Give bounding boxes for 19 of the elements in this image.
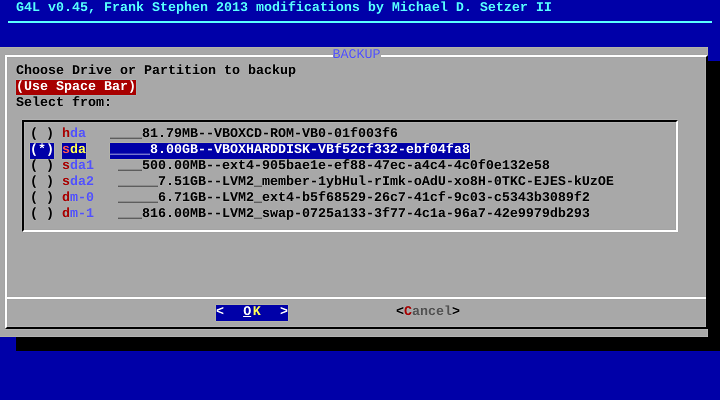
- header-title: G4L v0.45, Frank Stephen 2013 modifications by Michael D. Setzer II: [15, 0, 552, 17]
- cancel-button[interactable]: <Cancel>: [396, 305, 460, 321]
- radio-marker[interactable]: ( ): [30, 207, 54, 223]
- item-description[interactable]: ___816.00MB--LVM2_swap-0725a133-3f77-4c1a-96a7-42e9979db293: [118, 207, 590, 223]
- list-label: Select from:: [16, 96, 112, 112]
- item-description[interactable]: _____6.71GB--LVM2_ext4-b5f68529-26c7-41cf-9c03-c5343b3089f2: [118, 191, 590, 207]
- radio-marker[interactable]: ( ): [30, 191, 54, 207]
- radio-marker[interactable]: (*): [30, 143, 54, 159]
- radio-marker[interactable]: ( ): [30, 159, 54, 175]
- item-description[interactable]: ___500.00MB--ext4-905bae1e-ef88-47ec-a4c4-4c0f0e132e58: [118, 159, 550, 175]
- radio-marker[interactable]: ( ): [30, 175, 54, 191]
- item-description[interactable]: _____7.51GB--LVM2_member-1ybHul-rImk-oAdU-xo8H-0TKC-EJES-kUzOE: [118, 175, 614, 191]
- item-name[interactable]: sda: [62, 143, 86, 159]
- item-description[interactable]: _____8.00GB--VBOXHARDDISK-VBf52cf332-ebf04fa8: [110, 143, 470, 159]
- item-description[interactable]: ____81.79MB--VBOXCD-ROM-VB0-01f003f6: [110, 127, 398, 143]
- ok-button[interactable]: < OK >: [216, 305, 288, 321]
- radio-marker[interactable]: ( ): [30, 127, 54, 143]
- prompt-text: Choose Drive or Partition to backup: [16, 64, 296, 80]
- hint-text: (Use Space Bar): [16, 80, 136, 95]
